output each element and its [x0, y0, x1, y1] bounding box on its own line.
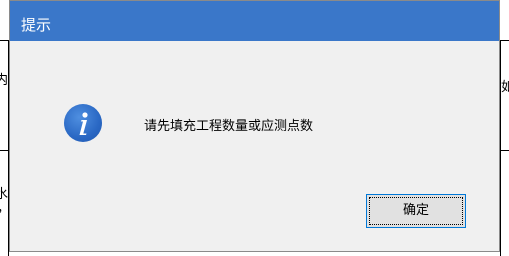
- background-rule-right: [500, 40, 501, 256]
- message-dialog: 提示 请先填充工程数量或应测点数 确定: [9, 0, 500, 252]
- dialog-title: 提示: [21, 16, 52, 34]
- dialog-message: 请先填充工程数量或应测点数: [144, 119, 314, 134]
- info-icon: [64, 104, 102, 142]
- dialog-titlebar[interactable]: 提示: [10, 1, 499, 41]
- ok-button[interactable]: 确定: [366, 194, 466, 228]
- ok-button-label: 确定: [402, 203, 429, 218]
- background-text-left-1: 内: [0, 73, 9, 88]
- background-text-right-1: 如: [501, 80, 509, 95]
